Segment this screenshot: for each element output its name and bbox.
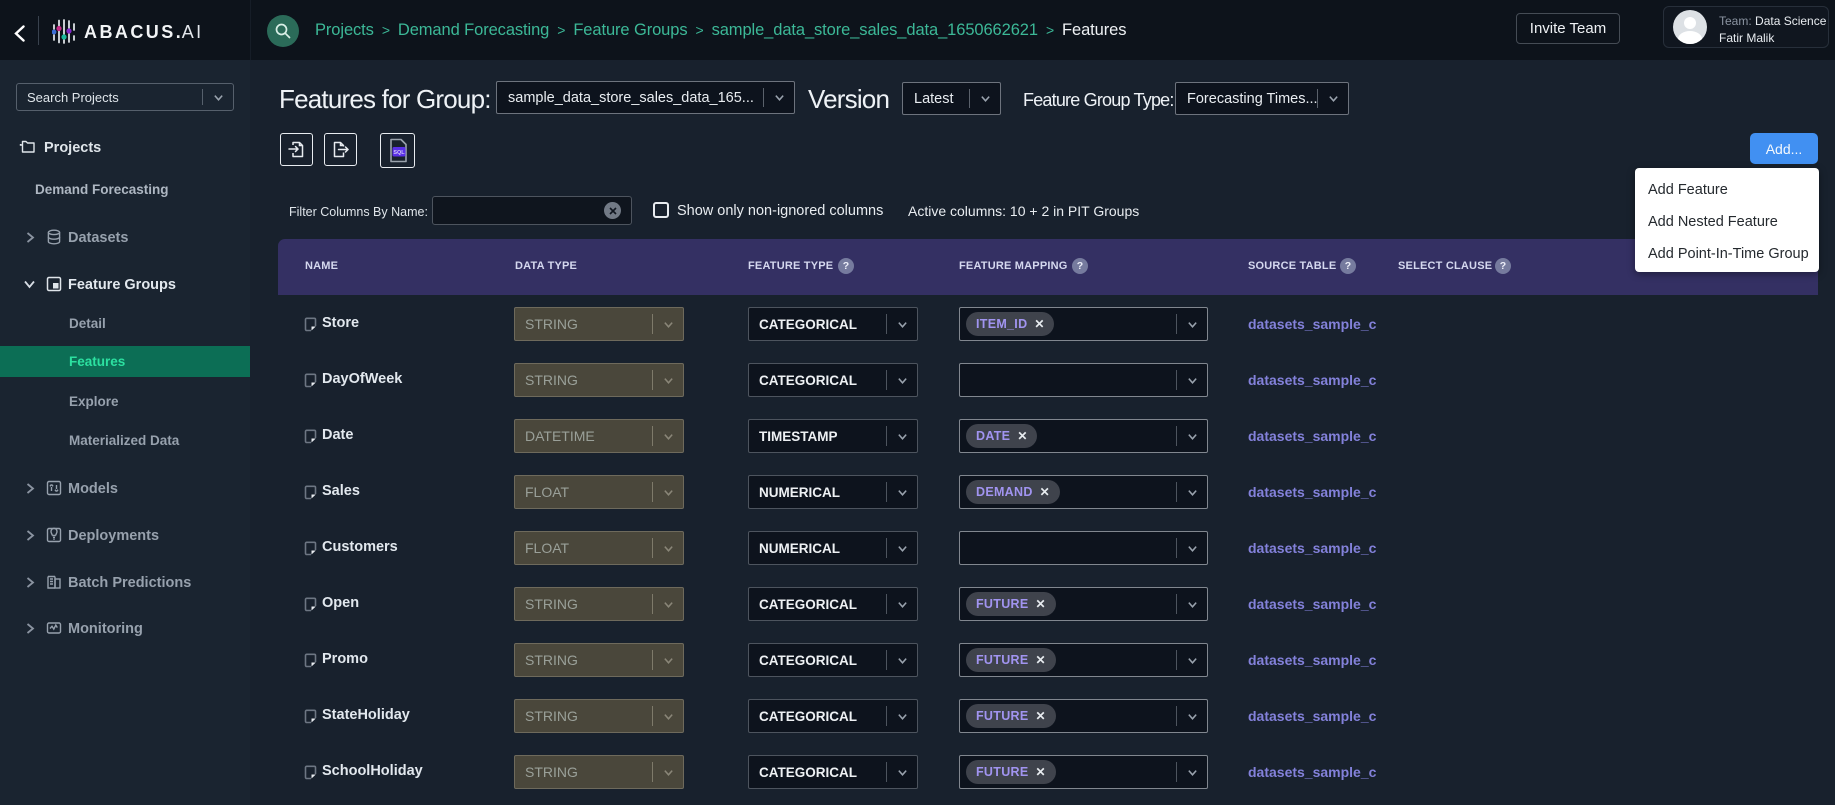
svg-text:SQL: SQL <box>393 150 405 156</box>
